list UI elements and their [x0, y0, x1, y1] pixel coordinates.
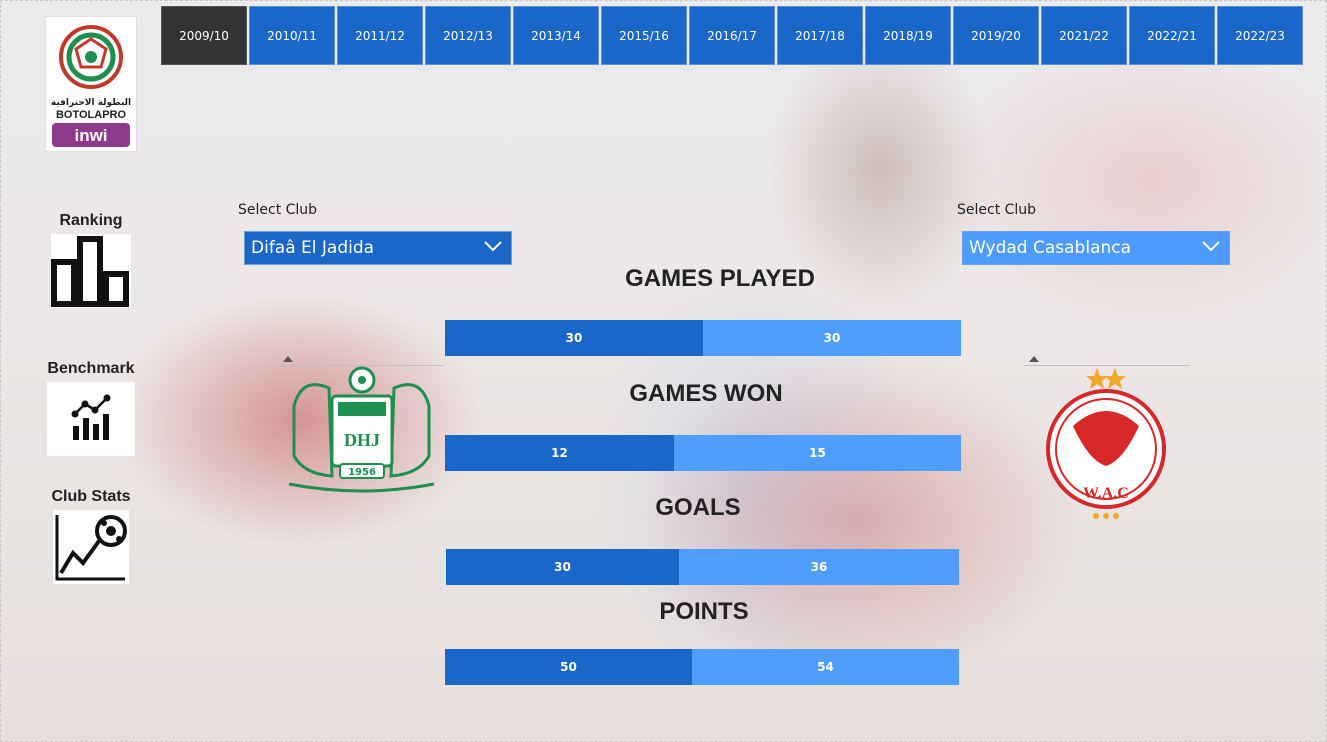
metric-bar[interactable]: 50 54 [445, 649, 959, 685]
right-club-dropdown[interactable]: Wydad Casablanca [962, 231, 1230, 265]
season-button[interactable]: 2015/16 [601, 6, 687, 65]
left-club-bar[interactable]: 30 [446, 549, 679, 585]
left-crest-year: 1956 [348, 467, 376, 478]
metric-title: POINTS [659, 598, 749, 625]
nav-benchmark[interactable]: Benchmark [44, 360, 138, 456]
left-crest-letters: DHJ [344, 430, 380, 450]
logo-arabic-text: البطولة الاحترافية [51, 98, 131, 108]
left-club-dropdown[interactable]: Difaâ El Jadida [244, 231, 512, 265]
collapse-caret-icon[interactable] [283, 356, 293, 362]
stats-ball-icon[interactable] [53, 510, 129, 584]
season-button[interactable]: 2009/10 [161, 6, 247, 65]
season-button[interactable]: 2016/17 [689, 6, 775, 65]
season-button[interactable]: 2012/13 [425, 6, 511, 65]
right-club-bar[interactable]: 30 [703, 320, 961, 356]
metric-bar[interactable]: 30 30 [445, 320, 961, 356]
left-club-bar[interactable]: 50 [445, 649, 692, 685]
right-crest-letters: W.A.C [1083, 485, 1129, 502]
metric-title: GOALS [655, 494, 741, 521]
season-button[interactable]: 2019/20 [953, 6, 1039, 65]
right-club-crest: W.A.C [1043, 366, 1169, 522]
season-button[interactable]: 2018/19 [865, 6, 951, 65]
season-button[interactable]: 2013/14 [513, 6, 599, 65]
nav-benchmark-label: Benchmark [47, 360, 135, 377]
left-club-crest: DHJ 1956 [284, 366, 439, 498]
logo-sponsor-text: inwi [74, 126, 107, 145]
left-club-bar[interactable]: 12 [445, 435, 674, 471]
left-club-selected: Difaâ El Jadida [251, 238, 375, 258]
right-club-bar[interactable]: 54 [692, 649, 959, 685]
chevron-down-icon [1201, 238, 1221, 258]
metric-title: GAMES WON [629, 380, 783, 407]
season-button[interactable]: 2011/12 [337, 6, 423, 65]
left-club-bar[interactable]: 30 [445, 320, 703, 356]
season-button[interactable]: 2021/22 [1041, 6, 1127, 65]
benchmark-chart-icon[interactable] [47, 382, 135, 456]
metric-bar[interactable]: 30 36 [446, 549, 959, 585]
nav-ranking[interactable]: Ranking [44, 212, 138, 308]
season-button[interactable]: 2017/18 [777, 6, 863, 65]
nav-ranking-label: Ranking [59, 212, 123, 229]
right-club-bar[interactable]: 15 [674, 435, 961, 471]
right-select-club-label: Select Club [957, 202, 1037, 218]
metric-bar[interactable]: 12 15 [445, 435, 961, 471]
season-slicer: 2009/10 2010/11 2011/12 2012/13 2013/14 2015/… [161, 6, 1303, 66]
botola-pro-logo: البطولة الاحترافية BOTOLAPRO inwi [45, 16, 137, 152]
bar-chart-icon[interactable] [51, 234, 131, 308]
logo-brand-text: BOTOLAPRO [56, 109, 127, 121]
season-button[interactable]: 2010/11 [249, 6, 335, 65]
left-select-club-label: Select Club [238, 202, 318, 218]
season-button[interactable]: 2022/21 [1129, 6, 1215, 65]
season-button[interactable]: 2022/23 [1217, 6, 1303, 65]
nav-club-stats-label: Club Stats [51, 488, 131, 505]
nav-club-stats[interactable]: Club Stats [44, 488, 138, 584]
chevron-down-icon [483, 238, 503, 258]
metric-title: GAMES PLAYED [625, 265, 815, 292]
right-club-bar[interactable]: 36 [679, 549, 959, 585]
right-club-selected: Wydad Casablanca [969, 238, 1132, 258]
collapse-caret-icon[interactable] [1029, 356, 1039, 362]
